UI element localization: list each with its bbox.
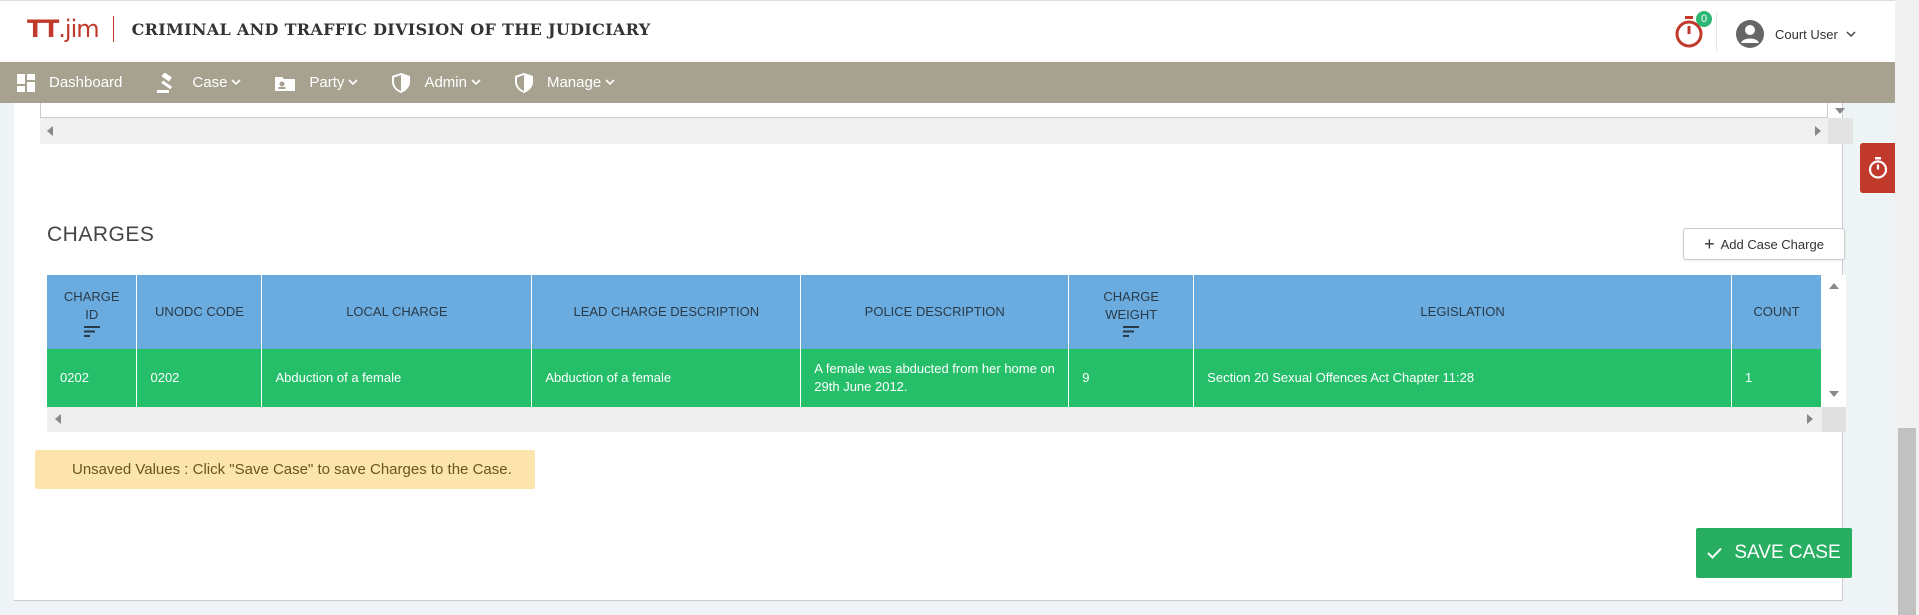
nav-case-label: Case: [192, 74, 228, 91]
cell-unodc-code[interactable]: 0202: [136, 349, 263, 407]
scroll-right-arrow[interactable]: [1807, 414, 1813, 424]
user-menu[interactable]: Court User: [1735, 19, 1856, 49]
shield-icon: [392, 72, 411, 93]
charges-grid: CHARGE ID UNODC CODE LOCAL CHARGE LEAD C…: [47, 275, 1846, 432]
plus-icon: +: [1704, 234, 1715, 254]
nav-admin[interactable]: Admin: [392, 72, 481, 93]
column-header-lead-charge-description[interactable]: LEAD CHARGE DESCRIPTION: [531, 275, 802, 349]
sort-icon[interactable]: [1123, 325, 1140, 337]
cell-police-description[interactable]: A female was abducted from her home on 2…: [800, 349, 1070, 407]
nav-dashboard[interactable]: Dashboard: [17, 73, 123, 92]
unsaved-values-notice: Unsaved Values : Click "Save Case" to sa…: [35, 450, 535, 489]
logo-text: TT.jim: [27, 15, 100, 43]
gavel-icon: [157, 72, 173, 93]
chevron-down-icon: [471, 79, 481, 86]
nav-party[interactable]: Party: [275, 74, 359, 91]
add-case-charge-label: Add Case Charge: [1720, 236, 1824, 252]
column-header-police-description[interactable]: POLICE DESCRIPTION: [800, 275, 1070, 349]
nav-case[interactable]: Case: [156, 72, 241, 93]
cell-charge-id[interactable]: 0202: [47, 349, 138, 407]
logo-separator: [112, 16, 114, 42]
previous-grid-scrollbar: [40, 103, 1853, 144]
column-header-unodc-code[interactable]: UNODC CODE: [136, 275, 263, 349]
horizontal-scrollbar[interactable]: [47, 407, 1822, 432]
chevron-down-icon: [1846, 30, 1856, 37]
column-header-legislation[interactable]: LEGISLATION: [1193, 275, 1732, 349]
cell-charge-weight[interactable]: 9: [1068, 349, 1195, 407]
column-header-charge-weight[interactable]: CHARGE WEIGHT: [1068, 275, 1195, 349]
scrollbar-corner: [1828, 108, 1853, 144]
app-header: TT.jim CRIMINAL AND TRAFFIC DIVISION OF …: [0, 0, 1895, 62]
dashboard-icon: [17, 73, 35, 92]
chevron-down-icon: [348, 79, 359, 86]
page-scrollbar[interactable]: [1895, 0, 1919, 615]
app-logo[interactable]: TT.jim CRIMINAL AND TRAFFIC DIVISION OF …: [27, 15, 650, 43]
stopwatch-icon: [1868, 157, 1887, 179]
charges-section-title: CHARGES: [47, 223, 155, 246]
vertical-scrollbar[interactable]: [1822, 275, 1846, 407]
scroll-left-arrow[interactable]: [47, 126, 53, 136]
scroll-down-arrow[interactable]: [1835, 108, 1845, 114]
scroll-left-arrow[interactable]: [55, 414, 61, 424]
logo-prefix: TT: [27, 15, 59, 43]
scrollbar-corner: [1822, 407, 1846, 432]
scroll-right-arrow[interactable]: [1815, 126, 1821, 136]
timer-count-badge: 0: [1696, 11, 1712, 27]
previous-grid-bottom: [40, 103, 1828, 118]
shield-icon: [514, 72, 533, 93]
nav-party-label: Party: [309, 74, 345, 91]
main-nav: Dashboard Case Party Admin Manage: [0, 62, 1895, 103]
save-case-label: SAVE CASE: [1734, 542, 1841, 563]
nav-manage[interactable]: Manage: [514, 72, 615, 93]
chevron-down-icon: [231, 79, 241, 86]
chevron-down-icon: [605, 79, 615, 86]
page-scrollbar-thumb[interactable]: [1898, 428, 1916, 615]
sort-icon[interactable]: [83, 325, 100, 337]
side-timer-tab[interactable]: [1860, 143, 1895, 193]
save-case-button[interactable]: SAVE CASE: [1696, 528, 1852, 578]
cell-legislation[interactable]: Section 20 Sexual Offences Act Chapter 1…: [1193, 349, 1732, 407]
add-case-charge-button[interactable]: + Add Case Charge: [1683, 228, 1845, 260]
scroll-up-arrow[interactable]: [1829, 283, 1839, 289]
header-charge-id-line1: CHARGE: [63, 288, 120, 304]
scroll-down-arrow[interactable]: [1829, 391, 1839, 397]
nav-dashboard-label: Dashboard: [49, 74, 123, 91]
nav-admin-label: Admin: [424, 74, 467, 91]
check-icon: [1707, 547, 1723, 559]
user-avatar-icon: [1736, 20, 1764, 48]
charges-table: CHARGE ID UNODC CODE LOCAL CHARGE LEAD C…: [47, 275, 1823, 407]
logo-suffix: .jim: [58, 15, 99, 43]
header-charge-weight-line2: WEIGHT: [1105, 306, 1158, 322]
column-header-charge-id[interactable]: CHARGE ID: [47, 275, 138, 349]
table-row[interactable]: 0202 0202 Abduction of a female Abductio…: [47, 349, 1823, 407]
cell-local-charge[interactable]: Abduction of a female: [261, 349, 533, 407]
cell-count[interactable]: 1: [1731, 349, 1823, 407]
column-header-count[interactable]: COUNT: [1731, 275, 1823, 349]
nav-manage-label: Manage: [546, 74, 602, 91]
app-title: CRIMINAL AND TRAFFIC DIVISION OF THE JUD…: [131, 19, 651, 39]
header-charge-weight-line1: CHARGE: [1103, 288, 1159, 304]
user-name: Court User: [1775, 26, 1838, 42]
cell-lead-charge-description[interactable]: Abduction of a female: [531, 349, 802, 407]
contact-card-icon: [275, 76, 296, 91]
column-header-local-charge[interactable]: LOCAL CHARGE: [261, 275, 533, 349]
table-header-row: CHARGE ID UNODC CODE LOCAL CHARGE LEAD C…: [47, 275, 1823, 349]
header-charge-id-line2: ID: [85, 306, 99, 322]
header-divider: [1716, 13, 1717, 51]
horizontal-scrollbar[interactable]: [40, 118, 1828, 144]
